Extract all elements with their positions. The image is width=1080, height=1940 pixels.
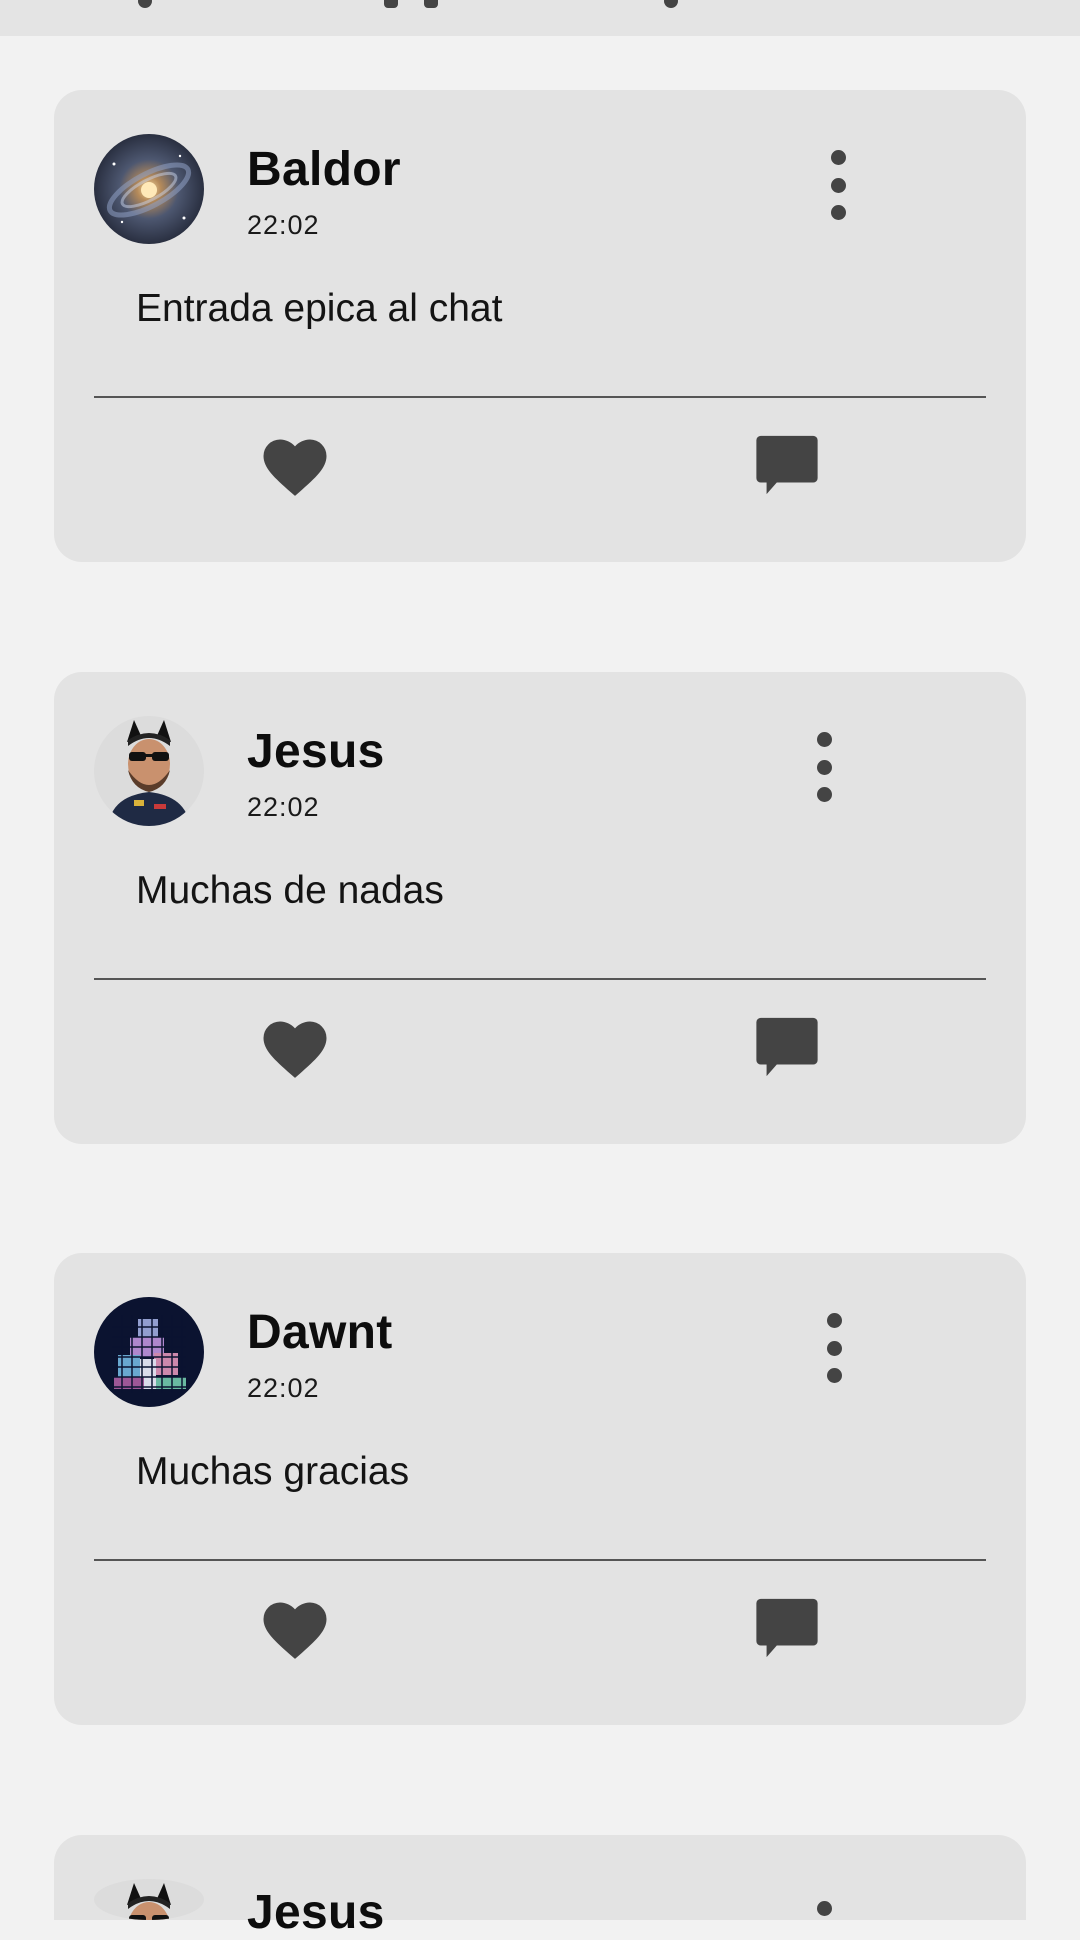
like-button[interactable] — [258, 1014, 332, 1080]
galaxy-avatar-icon — [94, 134, 204, 244]
comment-button[interactable] — [752, 1593, 822, 1663]
like-button[interactable] — [258, 1595, 332, 1661]
post-username[interactable]: Dawnt — [247, 1305, 393, 1360]
avatar[interactable] — [94, 716, 204, 826]
heart-icon — [263, 1602, 327, 1659]
divider — [94, 978, 986, 980]
heart-icon — [263, 1021, 327, 1078]
pixel-figure-avatar-icon — [94, 1297, 204, 1407]
heart-icon — [263, 439, 327, 496]
avatar[interactable] — [94, 134, 204, 244]
post-message: Entrada epica al chat — [136, 287, 503, 330]
divider — [94, 1559, 986, 1561]
comment-button[interactable] — [752, 1012, 822, 1082]
post-message: Muchas de nadas — [136, 869, 444, 912]
post-card: Dawnt 22:02 Muchas gracias — [54, 1253, 1026, 1725]
post-time: 22:02 — [247, 210, 320, 240]
post-username[interactable]: Baldor — [247, 142, 401, 197]
post-time: 22:02 — [247, 792, 320, 822]
avatar[interactable] — [94, 1297, 204, 1407]
post-menu-button[interactable] — [804, 1901, 844, 1921]
post-menu-button[interactable] — [814, 1313, 854, 1383]
comment-icon — [756, 1598, 818, 1658]
comment-icon — [756, 1017, 818, 1077]
post-time: 22:02 — [247, 1373, 320, 1403]
post-menu-button[interactable] — [818, 150, 858, 220]
comment-button[interactable] — [752, 430, 822, 500]
bearded-man-avatar-icon — [94, 1879, 204, 1920]
more-vert-icon — [830, 150, 846, 165]
post-feed[interactable]: Baldor 22:02 Entrada epica al chat Jesus… — [0, 0, 1080, 1939]
post-menu-button[interactable] — [804, 732, 844, 802]
post-card: Jesus — [54, 1835, 1026, 1939]
post-username[interactable]: Jesus — [247, 724, 385, 779]
more-vert-icon — [826, 1313, 842, 1328]
more-vert-icon — [816, 732, 832, 747]
post-card: Baldor 22:02 Entrada epica al chat — [54, 90, 1026, 562]
bearded-man-avatar-icon — [94, 716, 204, 826]
more-vert-icon — [816, 1901, 832, 1916]
post-message: Muchas gracias — [136, 1450, 410, 1493]
avatar[interactable] — [94, 1879, 204, 1920]
comment-icon — [756, 435, 818, 495]
divider — [94, 396, 986, 398]
like-button[interactable] — [258, 432, 332, 498]
post-card: Jesus 22:02 Muchas de nadas — [54, 672, 1026, 1144]
post-username[interactable]: Jesus — [247, 1885, 385, 1940]
